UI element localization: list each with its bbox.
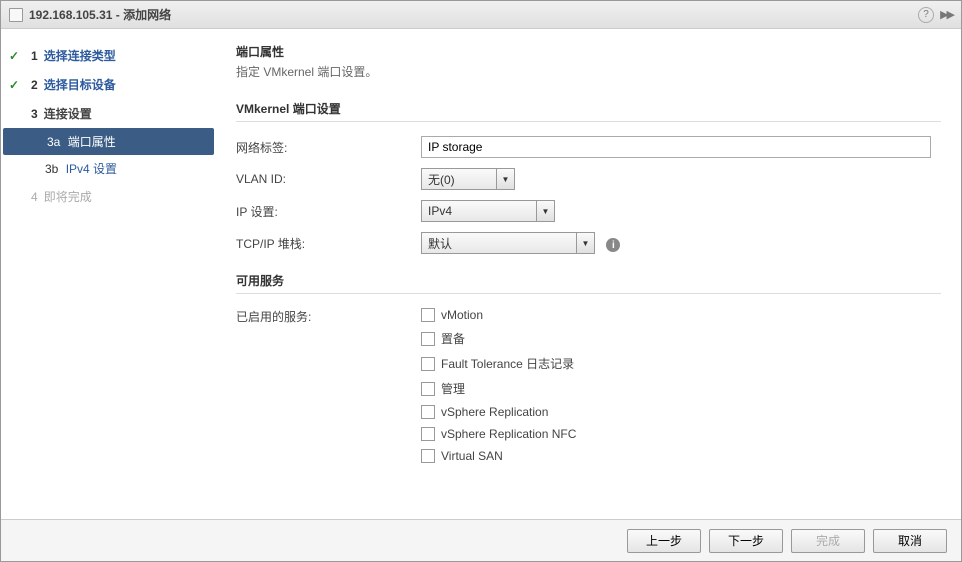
content-desc: 指定 VMkernel 端口设置。 [236, 63, 941, 80]
collapse-icon[interactable]: ▶▶ [940, 8, 953, 21]
wizard-sidebar: 1 选择连接类型 2 选择目标设备 3 连接设置 3a 端口属性 3b IPv4… [1, 29, 216, 519]
service-vsr-nfc: vSphere Replication NFC [421, 427, 941, 441]
service-provision: 置备 [421, 330, 941, 347]
step-label: 选择连接类型 [44, 47, 116, 64]
content-area: 端口属性 指定 VMkernel 端口设置。 VMkernel 端口设置 网络标… [216, 29, 961, 519]
service-ft: Fault Tolerance 日志记录 [421, 355, 941, 372]
checkbox-label: 置备 [441, 330, 465, 347]
content-title: 端口属性 [236, 43, 941, 60]
service-vmotion: vMotion [421, 308, 941, 322]
divider [236, 293, 941, 294]
titlebar-text: 192.168.105.31 - 添加网络 [29, 6, 918, 23]
checkbox-ft[interactable] [421, 357, 435, 371]
titlebar: 192.168.105.31 - 添加网络 ? ▶▶ [1, 1, 961, 29]
substep-num: 3b [45, 162, 58, 176]
chevron-down-icon: ▼ [497, 168, 515, 190]
tcpip-select-value: 默认 [421, 232, 577, 254]
row-tcpip-stack: TCP/IP 堆栈: 默认 ▼ i [236, 232, 941, 254]
checkbox-vsr-nfc[interactable] [421, 427, 435, 441]
step-num: 4 [31, 190, 38, 204]
row-ip-settings: IP 设置: IPv4 ▼ [236, 200, 941, 222]
section2-title: 可用服务 [236, 272, 941, 289]
services-list: vMotion 置备 Fault Tolerance 日志记录 管理 [421, 308, 941, 471]
label-vlan: VLAN ID: [236, 172, 421, 186]
tcpip-select[interactable]: 默认 ▼ [421, 232, 595, 254]
step-num: 2 [31, 78, 38, 92]
substep-3b[interactable]: 3b IPv4 设置 [1, 155, 216, 182]
label-services: 已启用的服务: [236, 308, 421, 325]
cancel-button[interactable]: 取消 [873, 529, 947, 553]
checkbox-label: vMotion [441, 308, 483, 322]
info-icon[interactable]: i [606, 238, 620, 252]
dialog-footer: 上一步 下一步 完成 取消 [1, 519, 961, 561]
checkbox-vmotion[interactable] [421, 308, 435, 322]
host-icon [9, 8, 23, 22]
checkbox-provision[interactable] [421, 332, 435, 346]
finish-button: 完成 [791, 529, 865, 553]
divider [236, 121, 941, 122]
checkbox-label: 管理 [441, 380, 465, 397]
step-label: 连接设置 [44, 105, 92, 122]
label-network: 网络标签: [236, 139, 421, 156]
checkbox-label: vSphere Replication [441, 405, 548, 419]
step-label: 即将完成 [44, 188, 92, 205]
substep-num: 3a [47, 135, 60, 149]
checkbox-vsr[interactable] [421, 405, 435, 419]
step-num: 1 [31, 49, 38, 63]
chevron-down-icon: ▼ [577, 232, 595, 254]
dialog-body: 1 选择连接类型 2 选择目标设备 3 连接设置 3a 端口属性 3b IPv4… [1, 29, 961, 519]
substep-label: 端口属性 [68, 135, 116, 149]
step-2[interactable]: 2 选择目标设备 [1, 70, 216, 99]
vlan-select[interactable]: 无(0) ▼ [421, 168, 515, 190]
step-4: 4 即将完成 [1, 182, 216, 211]
step-3: 3 连接设置 [1, 99, 216, 128]
service-vsan: Virtual SAN [421, 449, 941, 463]
network-label-input[interactable] [421, 136, 931, 158]
step-1[interactable]: 1 选择连接类型 [1, 41, 216, 70]
step-label: 选择目标设备 [44, 76, 116, 93]
service-vsr: vSphere Replication [421, 405, 941, 419]
checkbox-label: Fault Tolerance 日志记录 [441, 355, 574, 372]
ip-select[interactable]: IPv4 ▼ [421, 200, 555, 222]
label-tcpip: TCP/IP 堆栈: [236, 235, 421, 252]
back-button[interactable]: 上一步 [627, 529, 701, 553]
step-num: 3 [31, 107, 38, 121]
label-ip: IP 设置: [236, 203, 421, 220]
row-vlan-id: VLAN ID: 无(0) ▼ [236, 168, 941, 190]
substep-3a[interactable]: 3a 端口属性 [3, 128, 214, 155]
checkbox-vsan[interactable] [421, 449, 435, 463]
next-button[interactable]: 下一步 [709, 529, 783, 553]
checkbox-label: Virtual SAN [441, 449, 503, 463]
ip-select-value: IPv4 [421, 200, 537, 222]
row-services: 已启用的服务: vMotion 置备 Fault Tolerance 日志记录 [236, 308, 941, 471]
service-mgmt: 管理 [421, 380, 941, 397]
chevron-down-icon: ▼ [537, 200, 555, 222]
row-network-label: 网络标签: [236, 136, 941, 158]
section1-title: VMkernel 端口设置 [236, 100, 941, 117]
checkbox-label: vSphere Replication NFC [441, 427, 576, 441]
dialog-window: 192.168.105.31 - 添加网络 ? ▶▶ 1 选择连接类型 2 选择… [0, 0, 962, 562]
checkbox-mgmt[interactable] [421, 382, 435, 396]
substep-label: IPv4 设置 [66, 162, 117, 176]
vlan-select-value: 无(0) [421, 168, 497, 190]
help-icon[interactable]: ? [918, 7, 934, 23]
